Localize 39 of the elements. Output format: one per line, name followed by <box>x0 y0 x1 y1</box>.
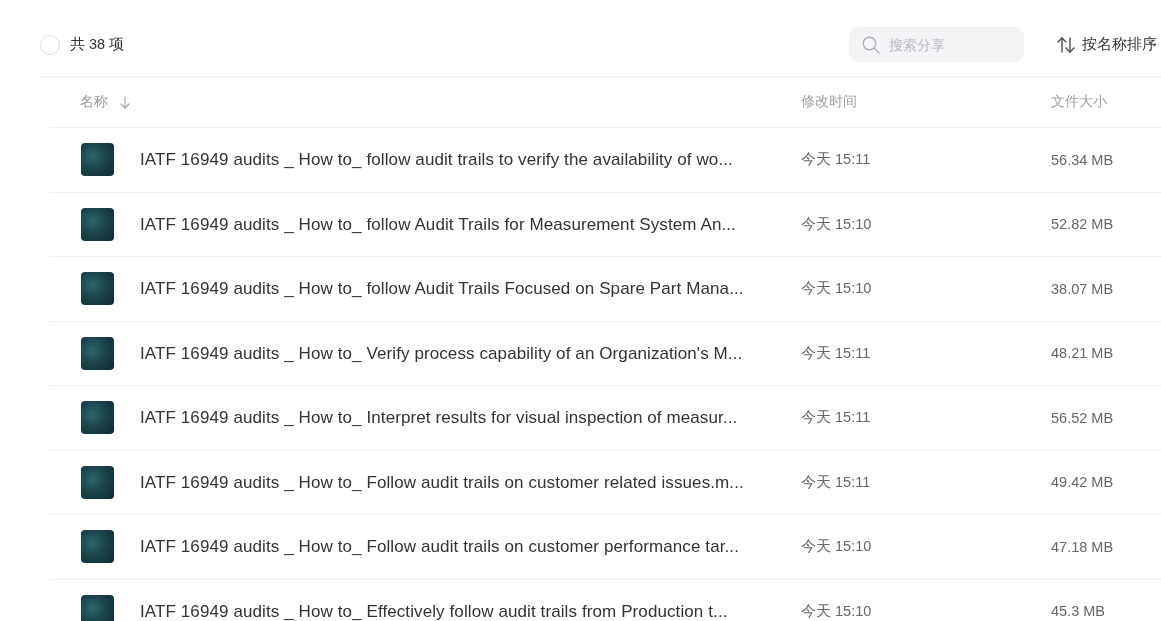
modified-time: 今天 15:10 <box>801 279 872 299</box>
thumbnail-placeholder <box>81 530 114 564</box>
modified-time: 今天 15:11 <box>801 343 871 363</box>
thumbnail-placeholder <box>81 465 114 499</box>
file-name[interactable]: IATF 16949 audits _ How to_ Interpret results for visual inspection of measur... <box>140 409 738 427</box>
file-name[interactable]: IATF 16949 audits _ How to_ follow Audit Trails Focused on Spare Part Mana... <box>140 280 744 298</box>
file-size: 48.21 MB <box>1051 345 1114 362</box>
file-name[interactable]: IATF 16949 audits _ How to_ follow audit trails to verify the availability of wo... <box>140 151 733 169</box>
modified-time: 今天 15:10 <box>801 601 872 621</box>
file-size: 52.82 MB <box>1051 216 1114 233</box>
thumbnail-placeholder <box>81 401 114 435</box>
search-field[interactable]: 搜索分享 <box>849 27 1024 62</box>
file-size: 56.34 MB <box>1051 151 1114 168</box>
file-name[interactable]: IATF 16949 audits _ How to_ Follow audit trails on customer performance tar... <box>140 538 739 556</box>
file-name[interactable]: IATF 16949 audits _ How to_ Effectively follow audit trails from Production t... <box>140 602 728 620</box>
modified-time: 今天 15:10 <box>801 214 872 234</box>
select-all-checkbox[interactable] <box>40 34 60 55</box>
sort-icon <box>1057 36 1075 53</box>
thumbnail-placeholder <box>81 594 114 621</box>
item-count: 共 38 项 <box>70 35 125 54</box>
file-name[interactable]: IATF 16949 audits _ How to_ follow Audit Trails for Measurement System An... <box>140 215 736 233</box>
thumbnail-placeholder <box>81 272 114 306</box>
modified-time: 今天 15:11 <box>801 408 871 428</box>
file-name[interactable]: IATF 16949 audits _ How to_ Verify process capability of an Organization's M... <box>140 344 743 362</box>
thumbnail-placeholder <box>81 336 114 370</box>
search-icon <box>862 36 880 54</box>
modified-time: 今天 15:11 <box>801 150 871 170</box>
file-size: 56.52 MB <box>1051 409 1114 426</box>
arrow-down-icon <box>120 95 130 109</box>
file-size: 38.07 MB <box>1051 280 1114 297</box>
sort-button[interactable]: 按名称排序 <box>1057 35 1157 54</box>
file-size: 45.3 MB <box>1051 603 1105 620</box>
file-name[interactable]: IATF 16949 audits _ How to_ Follow audit trails on customer related issues.m... <box>140 473 744 491</box>
file-size: 47.18 MB <box>1051 538 1114 555</box>
modified-time: 今天 15:10 <box>801 537 872 557</box>
thumbnail-placeholder <box>81 143 114 177</box>
thumbnail-placeholder <box>81 207 114 241</box>
file-size: 49.42 MB <box>1051 474 1114 491</box>
modified-time: 今天 15:11 <box>801 472 871 492</box>
